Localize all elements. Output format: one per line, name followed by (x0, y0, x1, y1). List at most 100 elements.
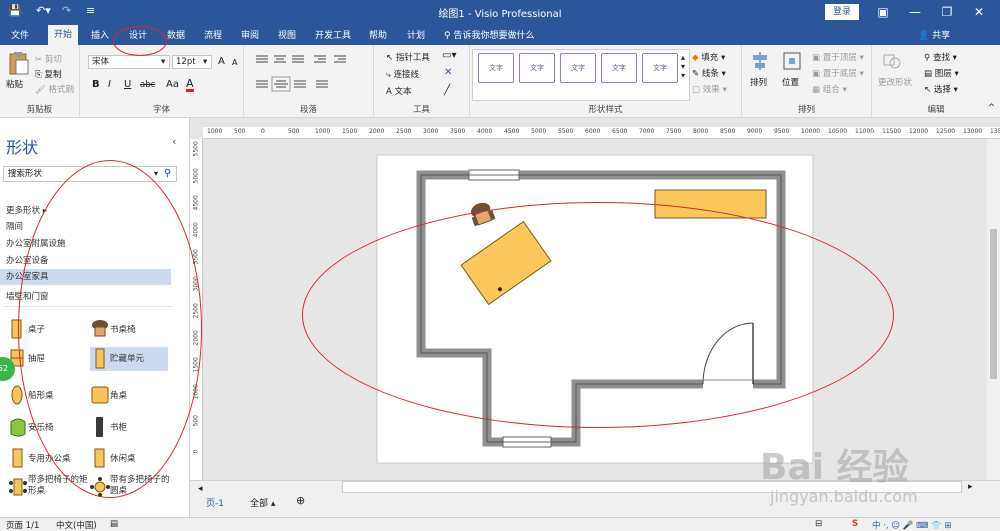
copy-button[interactable]: ⎘ 复制 (35, 68, 62, 80)
tab-home[interactable]: 开始 (48, 25, 79, 45)
scroll-left-icon[interactable]: ◂ (198, 484, 203, 494)
tab-view[interactable]: 视图 (275, 28, 299, 41)
change-shape-button[interactable]: 更改形状 (878, 76, 912, 88)
format-painter-button[interactable]: 🖌 格式刷 (35, 83, 74, 95)
font-name-select[interactable]: 宋体 ▾ (88, 55, 170, 69)
position-button[interactable]: 位置 (782, 76, 799, 88)
tab-plan[interactable]: 计划 (404, 28, 428, 41)
align-button[interactable]: 排列 (750, 76, 767, 88)
line-button[interactable]: ✎ 线条 ▾ (692, 67, 726, 79)
bold-button[interactable]: B (92, 79, 100, 90)
style-swatch-3[interactable]: 文字 (560, 53, 596, 83)
more-shapes-button[interactable]: 更多形状 ▸ (6, 204, 47, 216)
group-button[interactable]: ▦ 组合 ▾ (812, 83, 847, 95)
stencil-cubicles[interactable]: 隔间 (6, 220, 23, 232)
send-back-button[interactable]: ▣ 置于底层 ▾ (812, 67, 864, 79)
connector-button[interactable]: ⤷ 连接线 (386, 68, 419, 80)
cut-button[interactable]: ✂ 剪切 (35, 53, 62, 65)
status-language[interactable]: 中文(中国) (56, 519, 97, 531)
change-case-button[interactable]: Aa (166, 79, 179, 90)
style-swatch-4[interactable]: 文字 (601, 53, 637, 83)
italic-button[interactable]: I (108, 79, 111, 90)
fit-page-icon[interactable]: ⊟ (815, 519, 822, 529)
bring-front-button[interactable]: ▣ 置于顶层 ▾ (812, 51, 864, 63)
font-color-button[interactable]: A (186, 78, 194, 92)
shape-boat-table[interactable]: 船形桌 (8, 384, 78, 406)
style-swatch-5[interactable]: 文字 (642, 53, 678, 83)
group-editing: 更改形状 ⚲ 查找 ▾ ▤ 图层 ▾ ↖ 选择 ▾ ^ 编辑 (872, 45, 1000, 118)
shape-corner-table[interactable]: 角桌 (90, 384, 168, 406)
stencil-office-accessories[interactable]: 办公室附属设施 (6, 237, 66, 249)
underline-button[interactable]: U (124, 79, 131, 90)
shape-desk-chair[interactable]: 书桌椅 (90, 318, 168, 340)
shape-rect-table-chairs[interactable]: 带多把椅子的矩形桌 (8, 475, 88, 502)
gallery-scroll-icon[interactable]: ▴ ▾ ▾ (681, 53, 685, 80)
close-icon[interactable]: ✕ (968, 3, 990, 21)
drawing-canvas[interactable] (203, 139, 987, 480)
tab-insert[interactable]: 插入 (88, 28, 112, 41)
position-icon[interactable] (782, 51, 802, 71)
rectangle-icon[interactable]: ▭▾ (442, 50, 456, 61)
scrollbar-thumb[interactable] (990, 229, 997, 379)
ruler-tick-label: 8000 (693, 128, 709, 135)
change-shape-icon[interactable] (882, 51, 902, 71)
close-x-icon[interactable]: ✕ (444, 67, 452, 78)
add-page-icon[interactable]: ⊕ (296, 494, 305, 507)
login-button[interactable]: 登录 (825, 4, 859, 20)
align-icon[interactable] (750, 51, 770, 71)
vertical-scrollbar[interactable] (987, 139, 1000, 480)
tab-review[interactable]: 审阅 (238, 28, 262, 41)
style-swatch-1[interactable]: 文字 (478, 53, 514, 83)
shrink-font-button[interactable]: A (232, 58, 237, 67)
shape-bookcase[interactable]: 书柜 (90, 416, 168, 438)
stencil-walls-doors-windows[interactable]: 墙壁和门窗 (6, 290, 49, 302)
tab-design[interactable]: 设计 (126, 28, 150, 41)
text-tool-button[interactable]: A 文本 (386, 85, 412, 97)
collapse-pane-icon[interactable]: ‹ (172, 135, 176, 148)
tab-process[interactable]: 流程 (201, 28, 225, 41)
tab-file[interactable]: 文件 (8, 28, 32, 41)
paragraph-align-icons[interactable] (254, 53, 364, 93)
tab-data[interactable]: 数据 (164, 28, 188, 41)
shape-round-table-chairs[interactable]: 带有多把椅子的圆桌 (90, 475, 172, 502)
ribbon-options-icon[interactable]: ▣ (872, 3, 894, 21)
minimize-icon[interactable]: — (904, 3, 926, 21)
storage-unit-shape[interactable] (654, 189, 767, 219)
restore-icon[interactable]: ❐ (936, 3, 958, 21)
pointer-tool-button[interactable]: ↖ 指针工具 (386, 51, 430, 63)
strikethrough-button[interactable]: abc (140, 80, 155, 90)
shape-special-desk[interactable]: 专用办公桌 (8, 447, 88, 469)
tell-me-search[interactable]: ⚲ 告诉我你想要做什么 (444, 28, 534, 41)
tab-developer[interactable]: 开发工具 (312, 28, 354, 41)
find-button[interactable]: ⚲ 查找 ▾ (924, 51, 957, 63)
shape-storage-unit[interactable]: 贮藏单元 (90, 347, 168, 371)
share-button[interactable]: 👤 共享 (918, 28, 950, 41)
chevron-down-icon[interactable]: ▾ (154, 167, 158, 181)
status-page[interactable]: 页面 1/1 (6, 519, 39, 531)
shape-armchair[interactable]: 安乐椅 (8, 416, 78, 438)
search-icon[interactable]: ⚲ (164, 167, 171, 181)
all-pages-button[interactable]: 全部 ▴ (250, 496, 275, 509)
line-tool-icon[interactable]: ╱ (444, 85, 450, 96)
page-tab-1[interactable]: 页-1 (206, 496, 224, 509)
paste-icon[interactable] (8, 51, 30, 77)
shape-search-input[interactable]: 搜索形状 ▾ ⚲ (3, 166, 177, 182)
shape-desk[interactable]: 桌子 (8, 318, 78, 340)
scroll-right-icon[interactable]: ▸ (968, 482, 973, 492)
font-size-select[interactable]: 12pt ▾ (172, 55, 212, 69)
shape-drawer[interactable]: 抽屉 (8, 347, 78, 369)
stencil-office-equipment[interactable]: 办公室设备 (6, 254, 49, 266)
stencil-office-furniture[interactable]: 办公室家具 (0, 269, 171, 285)
grow-font-button[interactable]: A (218, 56, 225, 67)
effects-button[interactable]: ▢ 效果 ▾ (692, 83, 727, 95)
tab-help[interactable]: 帮助 (366, 28, 390, 41)
ruler-tick-label: 2500 (396, 128, 412, 135)
layers-button[interactable]: ▤ 图层 ▾ (924, 67, 959, 79)
style-swatch-2[interactable]: 文字 (519, 53, 555, 83)
paste-button[interactable]: 粘贴 (6, 78, 23, 90)
shape-casual-table[interactable]: 休闲桌 (90, 447, 168, 469)
select-button[interactable]: ↖ 选择 ▾ (924, 83, 958, 95)
fill-button[interactable]: ◆ 填充 ▾ (692, 51, 725, 63)
macro-icon[interactable]: ▤ (110, 519, 118, 529)
ruler-tick-label: 5000 (531, 128, 547, 135)
